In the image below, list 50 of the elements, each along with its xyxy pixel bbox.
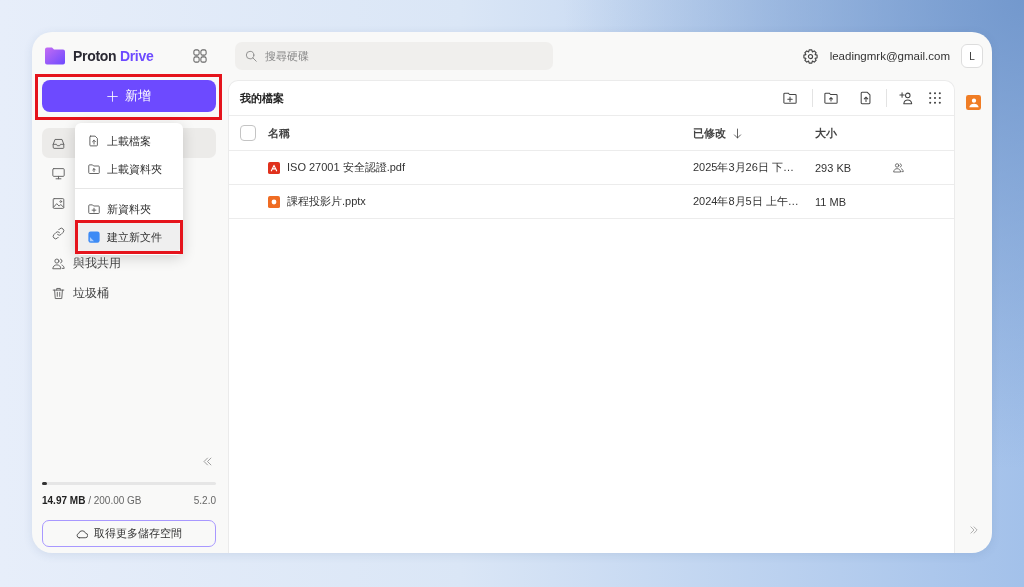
document-icon: [88, 231, 100, 243]
collapse-sidebar-icon[interactable]: [202, 456, 213, 467]
new-button[interactable]: 新增: [42, 80, 216, 112]
folder-plus-icon: [88, 203, 100, 215]
dots-grid-icon[interactable]: [928, 91, 942, 105]
image-icon: [52, 196, 65, 210]
folder-plus-icon[interactable]: [783, 91, 797, 105]
trash-icon: [52, 286, 65, 300]
account-email: leadingmrk@gmail.com: [829, 50, 950, 62]
users-icon: [52, 256, 65, 270]
presentation-file-icon: [268, 195, 280, 208]
folder-upload-icon[interactable]: [824, 91, 838, 105]
file-upload-icon: [88, 135, 100, 147]
storage-usage: 14.97 MB / 200.00 GB: [42, 494, 142, 507]
column-header[interactable]: 大小: [815, 125, 837, 141]
file-size: 11 MB: [815, 195, 847, 208]
menu-item[interactable]: 新資料夾: [78, 195, 180, 223]
file-upload-icon[interactable]: [859, 91, 873, 105]
column-header[interactable]: 名稱: [268, 125, 290, 141]
select-all-checkbox[interactable]: [240, 125, 256, 141]
version-label: 5.2.0: [193, 494, 216, 507]
folder-title: 我的檔案: [240, 90, 284, 106]
logo-text: Proton Drive: [73, 48, 154, 64]
sidebar-item[interactable]: 與我共用: [42, 248, 216, 278]
menu-item[interactable]: 建立新文件: [78, 223, 180, 251]
apps-grid-icon[interactable]: [193, 49, 207, 63]
cloud-icon: [76, 527, 88, 540]
add-user-icon[interactable]: [899, 91, 913, 105]
link-icon: [52, 226, 65, 240]
inbox-icon: [52, 136, 65, 150]
file-name: ISO 27001 安全認證.pdf: [287, 160, 405, 175]
menu-item[interactable]: 上載資料夾: [78, 155, 180, 183]
modified-date: 2024年8月5日 上午…: [693, 194, 800, 209]
get-more-storage-button[interactable]: 取得更多儲存空間: [42, 520, 216, 547]
search-field[interactable]: 搜尋硬碟: [235, 42, 553, 70]
file-name: 課程投影片.pptx: [287, 194, 366, 209]
settings-icon[interactable]: [802, 48, 818, 64]
avatar-button[interactable]: L: [961, 44, 983, 68]
plus-icon: [107, 90, 118, 102]
sidebar-item[interactable]: 垃圾桶: [42, 278, 216, 308]
menu-item[interactable]: 上載檔案: [78, 127, 180, 155]
monitor-icon: [52, 166, 65, 180]
folder-logo-icon: [45, 47, 65, 65]
contact-card-icon[interactable]: [966, 95, 981, 110]
modified-date: 2025年3月26日 下…: [693, 160, 795, 175]
file-size: 293 KB: [815, 161, 853, 174]
folder-upload-icon: [88, 163, 100, 175]
pdf-file-icon: [268, 161, 280, 174]
column-header[interactable]: 已修改: [693, 125, 743, 141]
search-icon: [245, 50, 257, 62]
